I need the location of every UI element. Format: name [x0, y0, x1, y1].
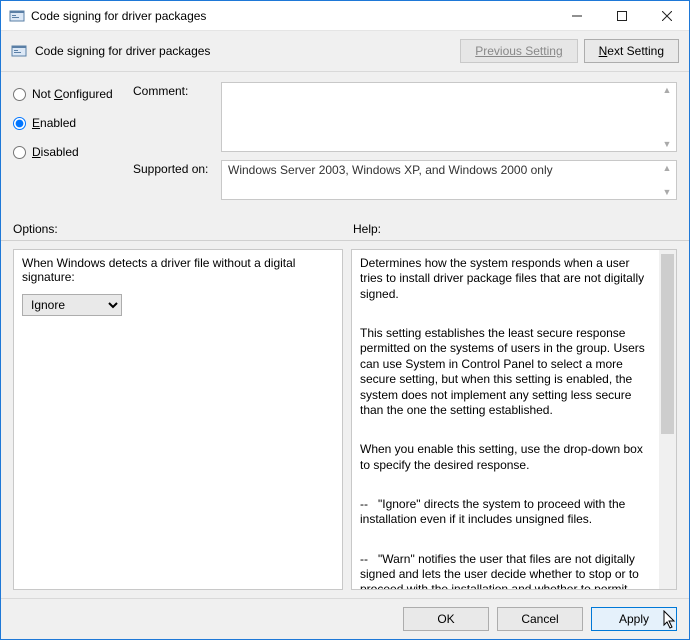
driver-option-label: When Windows detects a driver file witho…: [22, 256, 334, 284]
dialog-footer: OK Cancel Apply: [1, 598, 689, 639]
radio-not-configured-label: Not Configured: [32, 87, 113, 101]
maximize-icon: [617, 11, 627, 21]
radio-disabled-label: Disabled: [32, 145, 79, 159]
titlebar: Code signing for driver packages: [1, 1, 689, 31]
cancel-button[interactable]: Cancel: [497, 607, 583, 631]
supported-label: Supported on:: [133, 160, 221, 200]
radio-not-configured[interactable]: [13, 88, 26, 101]
header: Code signing for driver packages Previou…: [1, 31, 689, 72]
window-title: Code signing for driver packages: [31, 9, 206, 23]
supported-scrollbar: ▲▼: [660, 163, 674, 197]
dialog-window: Code signing for driver packages Code si…: [0, 0, 690, 640]
options-panel: When Windows detects a driver file witho…: [13, 249, 343, 590]
help-scrollbar[interactable]: [659, 250, 676, 589]
previous-setting-label: Previous Setting: [475, 44, 562, 58]
close-icon: [662, 11, 672, 21]
policy-name: Code signing for driver packages: [35, 44, 454, 58]
content-panels: When Windows detects a driver file witho…: [1, 241, 689, 598]
previous-setting-button: Previous Setting: [460, 39, 577, 63]
policy-icon: [11, 43, 27, 59]
driver-option-select[interactable]: Ignore: [22, 294, 122, 316]
settings-area: Not Configured Enabled Disabled Comment:…: [1, 72, 689, 216]
options-header: Options:: [13, 222, 353, 236]
supported-text: Windows Server 2003, Windows XP, and Win…: [221, 160, 677, 200]
comment-scrollbar[interactable]: ▲▼: [660, 85, 674, 149]
help-text: Determines how the system responds when …: [352, 250, 659, 589]
next-setting-button[interactable]: Next Setting: [584, 39, 679, 63]
apply-button[interactable]: Apply: [591, 607, 677, 631]
comment-label: Comment:: [133, 82, 221, 152]
ok-button[interactable]: OK: [403, 607, 489, 631]
radio-enabled-label: Enabled: [32, 116, 76, 130]
panel-headers: Options: Help:: [1, 216, 689, 240]
help-panel: Determines how the system responds when …: [351, 249, 677, 590]
minimize-button[interactable]: [554, 1, 599, 31]
close-button[interactable]: [644, 1, 689, 31]
app-icon: [9, 8, 25, 24]
comment-textarea[interactable]: ▲▼: [221, 82, 677, 152]
help-scrollbar-thumb[interactable]: [661, 254, 674, 434]
radio-enabled[interactable]: [13, 117, 26, 130]
maximize-button[interactable]: [599, 1, 644, 31]
minimize-icon: [572, 11, 582, 21]
state-radio-group: Not Configured Enabled Disabled: [13, 82, 133, 208]
help-header: Help:: [353, 222, 381, 236]
radio-disabled[interactable]: [13, 146, 26, 159]
